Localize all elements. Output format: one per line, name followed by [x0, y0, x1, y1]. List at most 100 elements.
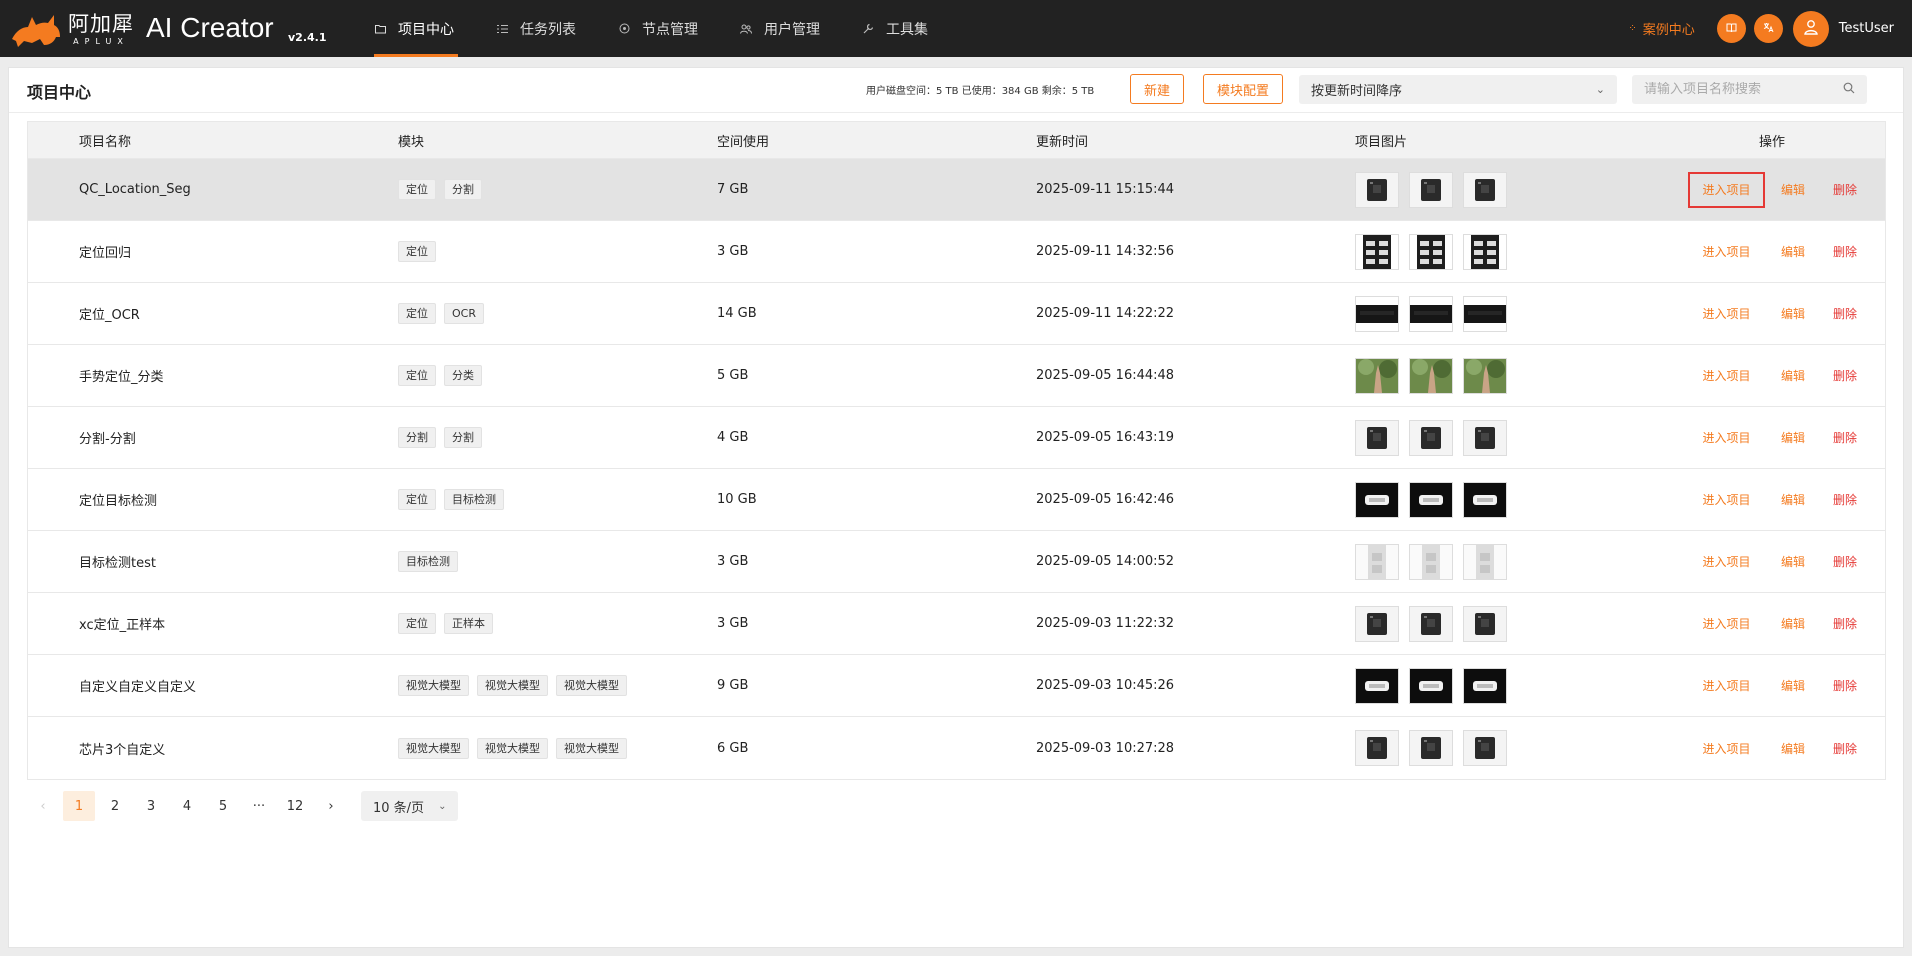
page-number-button[interactable]: 1: [63, 791, 95, 821]
enter-project-button[interactable]: 进入项目: [1688, 420, 1765, 456]
project-thumbnail[interactable]: [1463, 730, 1507, 766]
module-tags: 定位 分类: [398, 365, 482, 386]
page-number-button[interactable]: 5: [207, 791, 239, 821]
page-number-button[interactable]: 3: [135, 791, 167, 821]
table-row[interactable]: xc定位_正样本 定位 正样本 3 GB 2025-09-03 11:22:32 进入项目…: [28, 593, 1885, 655]
brand-logo[interactable]: 阿加犀 APLUX: [10, 9, 134, 49]
project-thumbnail[interactable]: [1355, 171, 1399, 208]
enter-project-button[interactable]: 进入项目: [1688, 730, 1765, 766]
project-thumbnail[interactable]: [1463, 233, 1507, 270]
edit-button[interactable]: 编辑: [1781, 740, 1805, 757]
project-thumbnail[interactable]: [1409, 730, 1453, 766]
project-thumbnail[interactable]: [1409, 605, 1453, 642]
project-thumbnail[interactable]: [1355, 481, 1399, 518]
project-thumbnail[interactable]: [1409, 171, 1453, 208]
enter-project-button[interactable]: 进入项目: [1688, 358, 1765, 394]
language-button[interactable]: [1753, 14, 1783, 43]
enter-project-button[interactable]: 进入项目: [1688, 234, 1765, 270]
project-thumbnail[interactable]: [1463, 605, 1507, 642]
enter-project-button[interactable]: 进入项目: [1688, 544, 1765, 580]
project-thumbnail[interactable]: [1409, 667, 1453, 704]
prev-page-button[interactable]: ‹: [27, 791, 59, 821]
project-thumbnail[interactable]: [1463, 667, 1507, 704]
sort-select[interactable]: 按更新时间降序 ⌄: [1299, 75, 1617, 104]
page-number-button[interactable]: 12: [279, 791, 311, 821]
search-icon[interactable]: [1843, 82, 1855, 97]
nav-item-nodes[interactable]: 节点管理: [602, 0, 718, 57]
delete-button[interactable]: 删除: [1833, 677, 1857, 694]
delete-button[interactable]: 删除: [1833, 615, 1857, 632]
project-images: [1355, 481, 1507, 518]
enter-project-button[interactable]: 进入项目: [1688, 296, 1765, 332]
search-input[interactable]: [1644, 82, 1834, 97]
delete-button[interactable]: 删除: [1833, 305, 1857, 322]
page-size-select[interactable]: 10 条/页 ⌄: [361, 791, 459, 821]
project-thumbnail[interactable]: [1355, 295, 1399, 332]
module-config-button[interactable]: 模块配置: [1203, 74, 1283, 104]
user-avatar[interactable]: [1792, 10, 1829, 47]
page-number-button[interactable]: 4: [171, 791, 203, 821]
docs-button[interactable]: [1716, 14, 1746, 43]
project-thumbnail[interactable]: [1409, 543, 1453, 580]
project-thumbnail[interactable]: [1409, 481, 1453, 518]
case-center-link[interactable]: ⁘ 案例中心: [1628, 19, 1694, 38]
enter-project-button[interactable]: 进入项目: [1688, 482, 1765, 518]
next-page-button[interactable]: ›: [315, 791, 347, 821]
nav-item-tools[interactable]: 工具集: [846, 0, 948, 57]
project-thumbnail[interactable]: [1355, 233, 1399, 270]
nav-item-projects[interactable]: 项目中心: [358, 0, 474, 57]
project-thumbnail[interactable]: [1409, 419, 1453, 456]
enter-project-button[interactable]: 进入项目: [1688, 668, 1765, 704]
nav-item-tasks[interactable]: 任务列表: [480, 0, 596, 57]
project-thumbnail[interactable]: [1355, 357, 1399, 394]
table-row[interactable]: 芯片3个自定义 视觉大模型 视觉大模型 视觉大模型 6 GB 2025-09-03 10:…: [28, 717, 1885, 779]
delete-button[interactable]: 删除: [1833, 740, 1857, 757]
enter-project-button[interactable]: 进入项目: [1688, 171, 1765, 208]
row-actions: 进入项目 编辑 删除: [1688, 420, 1857, 456]
edit-button[interactable]: 编辑: [1781, 491, 1805, 508]
edit-button[interactable]: 编辑: [1781, 305, 1805, 322]
table-row[interactable]: 分割-分割 分割 分割 4 GB 2025-09-05 16:43:19 进入项目 编辑 删除: [28, 407, 1885, 469]
delete-button[interactable]: 删除: [1833, 491, 1857, 508]
project-thumbnail[interactable]: [1463, 295, 1507, 332]
edit-button[interactable]: 编辑: [1781, 553, 1805, 570]
nav-item-users[interactable]: 用户管理: [724, 0, 840, 57]
table-row[interactable]: 目标检测test 目标检测 3 GB 2025-09-05 14:00:52 进入项目编…: [28, 531, 1885, 593]
project-thumbnail[interactable]: [1463, 419, 1507, 456]
project-thumbnail[interactable]: [1355, 543, 1399, 580]
username[interactable]: TestUser: [1839, 21, 1894, 36]
project-thumbnail[interactable]: [1355, 730, 1399, 766]
page-number-button[interactable]: 2: [99, 791, 131, 821]
delete-button[interactable]: 删除: [1833, 553, 1857, 570]
edit-button[interactable]: 编辑: [1781, 367, 1805, 384]
delete-button[interactable]: 删除: [1833, 429, 1857, 446]
edit-button[interactable]: 编辑: [1781, 615, 1805, 632]
app-name: AI Creator: [146, 12, 274, 43]
project-thumbnail[interactable]: [1355, 419, 1399, 456]
delete-button[interactable]: 删除: [1833, 243, 1857, 260]
project-thumbnail[interactable]: [1463, 481, 1507, 518]
edit-button[interactable]: 编辑: [1781, 243, 1805, 260]
table-row[interactable]: 手势定位_分类 定位 分类 5 GB 2025-09-05 16:44:48 进入项目 编辑…: [28, 345, 1885, 407]
delete-button[interactable]: 删除: [1833, 181, 1857, 198]
project-thumbnail[interactable]: [1463, 171, 1507, 208]
new-project-button[interactable]: 新建: [1130, 74, 1184, 104]
table-row[interactable]: 定位目标检测 定位 目标检测 10 GB 2025-09-05 16:42:46 进入项目…: [28, 469, 1885, 531]
table-row[interactable]: QC_Location_Seg 定位 分割 7 GB 2025-09-11 15:15:…: [28, 159, 1885, 221]
delete-button[interactable]: 删除: [1833, 367, 1857, 384]
project-thumbnail[interactable]: [1355, 605, 1399, 642]
table-row[interactable]: 定位回归 定位 3 GB 2025-09-11 14:32:56 进入项目 编辑 删除: [28, 221, 1885, 283]
edit-button[interactable]: 编辑: [1781, 429, 1805, 446]
table-row[interactable]: 定位_OCR 定位 OCR 14 GB 2025-09-11 14:22:22 进入项目编…: [28, 283, 1885, 345]
project-thumbnail[interactable]: [1463, 357, 1507, 394]
enter-project-button[interactable]: 进入项目: [1688, 606, 1765, 642]
project-thumbnail[interactable]: [1409, 233, 1453, 270]
project-thumbnail[interactable]: [1355, 667, 1399, 704]
project-thumbnail[interactable]: [1409, 357, 1453, 394]
edit-button[interactable]: 编辑: [1781, 181, 1805, 198]
project-thumbnail[interactable]: [1463, 543, 1507, 580]
edit-button[interactable]: 编辑: [1781, 677, 1805, 694]
project-thumbnail[interactable]: [1409, 295, 1453, 332]
table-row[interactable]: 自定义自定义自定义 视觉大模型 视觉大模型 视觉大模型 9 GB 2025-09-03 1…: [28, 655, 1885, 717]
pagination-ellipsis[interactable]: ···: [243, 791, 275, 821]
